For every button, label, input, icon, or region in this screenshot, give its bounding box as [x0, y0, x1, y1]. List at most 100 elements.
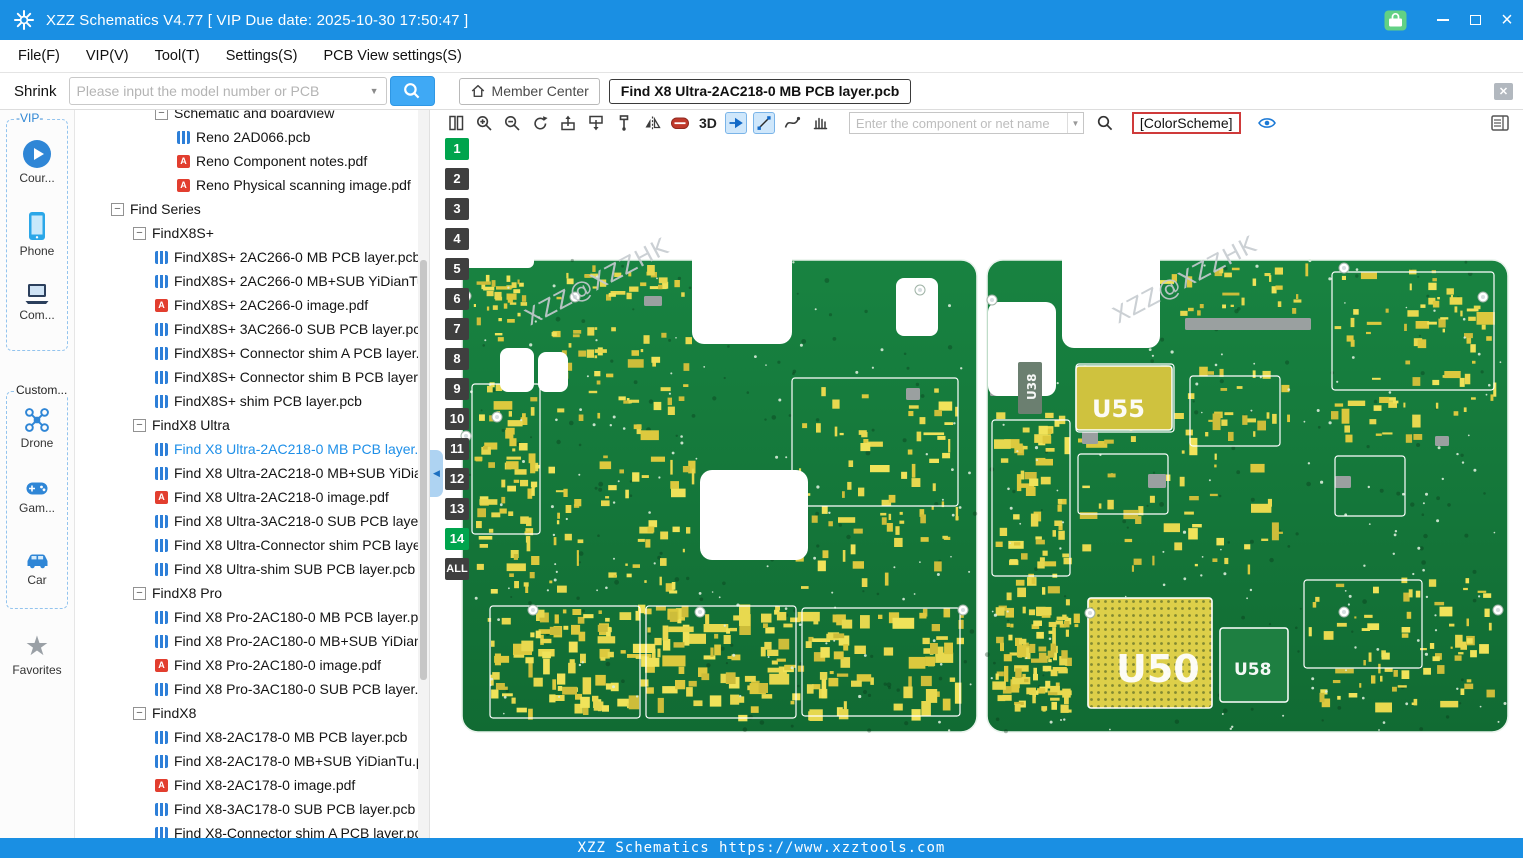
tree-file-row[interactable]: Find X8-Connector shim A PCB layer.pcb	[75, 821, 429, 838]
colorscheme-button[interactable]: [ColorScheme]	[1131, 112, 1241, 134]
close-button[interactable]: ×	[1491, 0, 1523, 40]
layer-button-2[interactable]: 2	[445, 168, 469, 190]
refresh-view-button[interactable]	[529, 112, 551, 134]
layer-button-11[interactable]: 11	[445, 438, 469, 460]
net-chevron-down-icon[interactable]: ▼	[1066, 113, 1083, 133]
tree-collapse-icon[interactable]: −	[155, 110, 168, 120]
tree-file-row[interactable]: A Find X8-2AC178-0 image.pdf	[75, 773, 429, 797]
tree-collapse-icon[interactable]: −	[133, 586, 146, 600]
tree-file-row[interactable]: Find X8 Pro-3AC180-0 SUB PCB layer.pcb	[75, 677, 429, 701]
tree-group-row[interactable]: − Find Series	[75, 197, 429, 221]
maximize-button[interactable]	[1459, 0, 1491, 40]
model-search-input[interactable]	[76, 83, 366, 99]
pcb-canvas[interactable]: U50 U55 U58 U38 XZZ@XZZHK XZZ@XZZHK 123456789…	[430, 136, 1523, 838]
tree-file-row[interactable]: FindX8S+ shim PCB layer.pcb	[75, 389, 429, 413]
3d-view-button[interactable]: 3D	[697, 115, 719, 131]
layer-button-8[interactable]: 8	[445, 348, 469, 370]
probe-pin-button[interactable]	[613, 112, 635, 134]
measure-tool-button[interactable]	[752, 112, 775, 134]
tree-collapse-icon[interactable]: −	[133, 418, 146, 432]
model-search-combo[interactable]: ▼	[68, 77, 387, 105]
menu-item-3[interactable]: Settings(S)	[213, 48, 311, 64]
layer-button-9[interactable]: 9	[445, 378, 469, 400]
sidebar-item-course[interactable]: Cour...	[0, 140, 74, 185]
zoom-in-button[interactable]	[473, 112, 495, 134]
vip-store-icon[interactable]	[1384, 10, 1407, 31]
layer-button-1[interactable]: 1	[445, 138, 469, 160]
tree-file-row[interactable]: A FindX8S+ 2AC266-0 image.pdf	[75, 293, 429, 317]
active-document-tab[interactable]: Find X8 Ultra-2AC218-0 MB PCB layer.pcb	[608, 78, 912, 104]
layer-button-3[interactable]: 3	[445, 198, 469, 220]
layer-button-13[interactable]: 13	[445, 498, 469, 520]
pages-view-button[interactable]	[445, 112, 467, 134]
diode-mode-button[interactable]	[669, 112, 691, 134]
tree-group-row[interactable]: − Schematic and boardview	[75, 110, 429, 125]
tree-file-row[interactable]: A Reno Physical scanning image.pdf	[75, 173, 429, 197]
tree-file-row[interactable]: Find X8-2AC178-0 MB PCB layer.pcb	[75, 725, 429, 749]
layer-button-4[interactable]: 4	[445, 228, 469, 250]
hand-tool-button[interactable]	[809, 112, 831, 134]
tree-file-row[interactable]: Find X8-3AC178-0 SUB PCB layer.pcb	[75, 797, 429, 821]
layer-button-5[interactable]: 5	[445, 258, 469, 280]
curve-tool-button[interactable]	[781, 112, 803, 134]
tree-file-row[interactable]: FindX8S+ Connector shim B PCB layer.pcb	[75, 365, 429, 389]
tree-collapse-icon[interactable]: −	[111, 202, 124, 216]
tree-file-row[interactable]: FindX8S+ 3AC266-0 SUB PCB layer.pcb	[75, 317, 429, 341]
tree-file-row[interactable]: Find X8 Ultra-3AC218-0 SUB PCB layer.pcb	[75, 509, 429, 533]
visibility-eye-icon[interactable]	[1257, 115, 1277, 131]
layer-button-10[interactable]: 10	[445, 408, 469, 430]
layer-button-6[interactable]: 6	[445, 288, 469, 310]
tree-collapse-icon[interactable]: −	[133, 226, 146, 240]
menu-item-2[interactable]: Tool(T)	[142, 48, 213, 64]
tree-file-row[interactable]: Find X8 Ultra-shim SUB PCB layer.pcb	[75, 557, 429, 581]
export-top-button[interactable]	[557, 112, 579, 134]
sidebar-item-game[interactable]: Gam...	[0, 478, 74, 515]
zoom-out-button[interactable]	[501, 112, 523, 134]
tree-file-row[interactable]: A Reno Component notes.pdf	[75, 149, 429, 173]
close-document-icon[interactable]: ✕	[1494, 82, 1513, 100]
tree-group-row[interactable]: − FindX8 Pro	[75, 581, 429, 605]
tree-file-row[interactable]: A Find X8 Pro-2AC180-0 image.pdf	[75, 653, 429, 677]
tree-file-row[interactable]: Find X8 Ultra-2AC218-0 MB+SUB YiDianTu.p…	[75, 461, 429, 485]
sidebar-item-phone[interactable]: Phone	[0, 211, 74, 258]
member-center-button[interactable]: Member Center	[458, 77, 600, 105]
layer-button-12[interactable]: 12	[445, 468, 469, 490]
tree-file-row[interactable]: A Find X8 Ultra-2AC218-0 image.pdf	[75, 485, 429, 509]
tree-file-row[interactable]: Find X8 Ultra-Connector shim PCB layer.p…	[75, 533, 429, 557]
tree-file-row[interactable]: Reno 2AD066.pcb	[75, 125, 429, 149]
model-search-button[interactable]	[389, 76, 435, 106]
layer-button-14[interactable]: 14	[445, 528, 469, 550]
tree-scrollbar-thumb[interactable]	[420, 260, 427, 680]
tree-group-row[interactable]: − FindX8S+	[75, 221, 429, 245]
sidebar-item-drone[interactable]: Drone	[0, 407, 74, 450]
menu-item-0[interactable]: File(F)	[5, 48, 73, 64]
mirror-flip-button[interactable]	[641, 112, 663, 134]
collapse-panel-handle[interactable]: ◀	[430, 450, 443, 497]
layer-button-7[interactable]: 7	[445, 318, 469, 340]
menu-item-4[interactable]: PCB View settings(S)	[310, 48, 474, 64]
tree-file-row[interactable]: FindX8S+ 2AC266-0 MB PCB layer.pcb	[75, 245, 429, 269]
net-search-input[interactable]	[855, 115, 1067, 131]
sidebar-item-car[interactable]: Car	[0, 548, 74, 587]
tree-file-row[interactable]: Find X8 Pro-2AC180-0 MB+SUB YiDianTu.pcb	[75, 629, 429, 653]
tree-file-row[interactable]: Find X8 Pro-2AC180-0 MB PCB layer.pcb	[75, 605, 429, 629]
tree-file-row[interactable]: Find X8 Ultra-2AC218-0 MB PCB layer.pcb	[75, 437, 429, 461]
layer-button-all[interactable]: ALL	[445, 558, 469, 580]
tree-group-row[interactable]: − FindX8 Ultra	[75, 413, 429, 437]
net-search-icon[interactable]	[1096, 114, 1114, 132]
sidebar-item-computer[interactable]: Com...	[0, 282, 74, 322]
menu-item-1[interactable]: VIP(V)	[73, 48, 142, 64]
layers-panel-button[interactable]	[1490, 114, 1510, 132]
tree-file-row[interactable]: Find X8-2AC178-0 MB+SUB YiDianTu.pcb	[75, 749, 429, 773]
arrow-tool-button[interactable]	[724, 112, 747, 134]
tree-group-row[interactable]: − FindX8	[75, 701, 429, 725]
combo-chevron-down-icon[interactable]: ▼	[370, 86, 379, 96]
tree-file-row[interactable]: FindX8S+ 2AC266-0 MB+SUB YiDianTu.pcb	[75, 269, 429, 293]
export-bottom-button[interactable]	[585, 112, 607, 134]
tree-scrollbar[interactable]	[418, 110, 429, 838]
shrink-button[interactable]: Shrink	[6, 82, 65, 100]
minimize-button[interactable]	[1427, 0, 1459, 40]
net-search-combo[interactable]: ▼	[848, 112, 1084, 134]
tree-collapse-icon[interactable]: −	[133, 706, 146, 720]
pcb-board-image[interactable]: U50 U55 U58 U38 XZZ@XZZHK XZZ@XZZHK	[430, 136, 1523, 838]
